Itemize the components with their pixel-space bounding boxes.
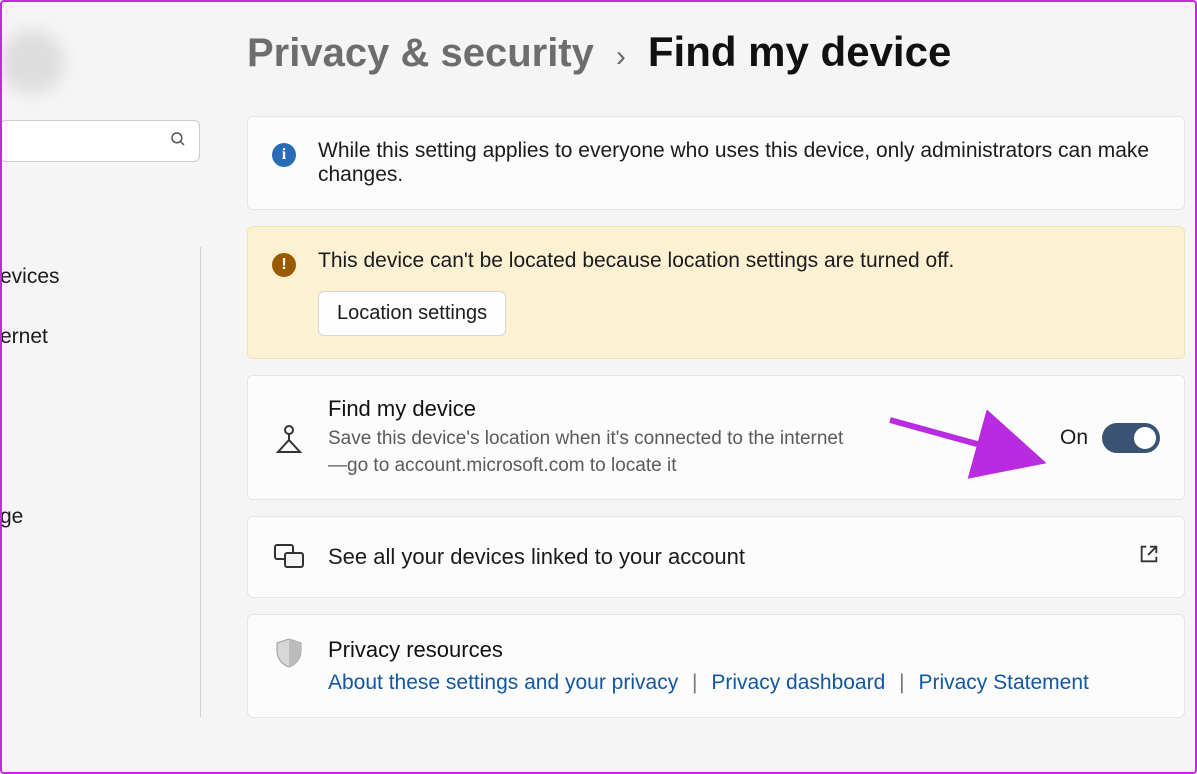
info-banner: i While this setting applies to everyone… (247, 116, 1185, 210)
avatar (0, 30, 64, 94)
main-content: Privacy & security › Find my device i Wh… (205, 0, 1197, 774)
warning-icon: ! (272, 253, 296, 277)
nav-item-ethernet[interactable]: ernet (0, 307, 200, 367)
about-settings-link[interactable]: About these settings and your privacy (328, 671, 678, 694)
external-link-icon (1138, 543, 1160, 571)
toggle-state-label: On (1060, 426, 1088, 450)
warning-banner-text: This device can't be located because loc… (318, 249, 954, 273)
sidebar: evices ernet ge (0, 0, 205, 774)
nav-item[interactable] (0, 367, 200, 427)
chevron-right-icon: › (616, 40, 626, 74)
nav-item-label: evices (0, 265, 60, 289)
shield-icon (272, 637, 306, 669)
privacy-resources-card: Privacy resources About these settings a… (247, 614, 1185, 718)
resources-links: About these settings and your privacy | … (328, 671, 1089, 695)
toggle-knob (1134, 427, 1156, 449)
nav-item-devices[interactable]: evices (0, 247, 200, 307)
privacy-statement-link[interactable]: Privacy Statement (918, 671, 1088, 694)
search-icon (169, 130, 187, 153)
warning-banner: ! This device can't be located because l… (247, 226, 1185, 359)
devices-icon (272, 543, 306, 571)
find-my-device-toggle[interactable] (1102, 423, 1160, 453)
page-title: Find my device (648, 28, 951, 76)
search-input[interactable] (0, 120, 200, 162)
nav-item[interactable] (0, 427, 200, 487)
privacy-dashboard-link[interactable]: Privacy dashboard (711, 671, 885, 694)
divider: | (684, 671, 705, 694)
divider: | (891, 671, 912, 694)
setting-title: Find my device (328, 396, 1038, 422)
location-pin-icon (272, 422, 306, 454)
linked-devices-card[interactable]: See all your devices linked to your acco… (247, 516, 1185, 598)
info-icon: i (272, 143, 296, 167)
nav-list: evices ernet ge (0, 247, 201, 717)
nav-item-storage[interactable]: ge (0, 487, 200, 547)
linked-devices-text: See all your devices linked to your acco… (328, 544, 1116, 570)
profile-area (0, 0, 201, 110)
info-banner-text: While this setting applies to everyone w… (318, 139, 1160, 187)
find-my-device-card: Find my device Save this device's locati… (247, 375, 1185, 500)
location-settings-button[interactable]: Location settings (318, 291, 506, 336)
setting-description: Save this device's location when it's co… (328, 426, 848, 479)
resources-title: Privacy resources (328, 637, 1089, 663)
nav-item-label: ernet (0, 325, 48, 349)
breadcrumb: Privacy & security › Find my device (247, 28, 1185, 76)
nav-item-label: ge (0, 505, 23, 529)
breadcrumb-parent[interactable]: Privacy & security (247, 31, 594, 76)
